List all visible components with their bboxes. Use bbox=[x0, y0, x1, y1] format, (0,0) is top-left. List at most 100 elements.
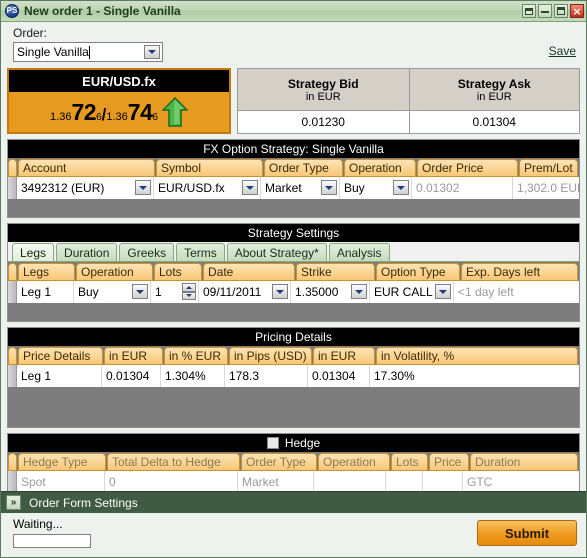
chevron-down-icon[interactable] bbox=[272, 284, 288, 299]
maximize-button[interactable] bbox=[554, 4, 568, 18]
lots-value: 1 bbox=[155, 285, 162, 299]
tab-about-strategy[interactable]: About Strategy* bbox=[226, 243, 327, 261]
close-button[interactable]: × bbox=[570, 4, 584, 18]
chevron-down-icon[interactable] bbox=[135, 180, 151, 195]
column-grip[interactable] bbox=[8, 263, 17, 281]
ask-suffix: 6 bbox=[152, 111, 158, 123]
col-hedge-type[interactable]: Hedge Type bbox=[18, 453, 106, 471]
pricing-details-title: Pricing Details bbox=[8, 328, 579, 346]
row-grip[interactable] bbox=[8, 471, 17, 491]
tab-analysis[interactable]: Analysis bbox=[328, 243, 390, 261]
expand-icon[interactable]: » bbox=[6, 495, 21, 510]
strategy-bid-cell: Strategy Bid in EUR 0.01230 bbox=[238, 69, 409, 133]
col-in-eur[interactable]: in EUR bbox=[104, 347, 163, 365]
quote-panel[interactable]: EUR/USD.fx 1.36726/1.36746 bbox=[7, 68, 231, 134]
hedge-title-bar: Hedge bbox=[8, 434, 579, 452]
tab-legs[interactable]: Legs bbox=[12, 243, 55, 261]
chevron-down-icon[interactable] bbox=[132, 284, 148, 299]
chevron-down-icon[interactable] bbox=[393, 180, 409, 195]
quote-row: EUR/USD.fx 1.36726/1.36746 Strategy Bid … bbox=[7, 68, 580, 134]
col-in-pips-usd[interactable]: in Pips (USD) bbox=[229, 347, 312, 365]
ask-big: 74 bbox=[127, 98, 153, 125]
row-grip[interactable] bbox=[8, 281, 17, 303]
col-symbol[interactable]: Symbol bbox=[156, 159, 263, 177]
chevron-down-icon[interactable] bbox=[351, 284, 367, 299]
col-hedge-operation[interactable]: Operation bbox=[318, 453, 390, 471]
column-grip[interactable] bbox=[8, 159, 17, 177]
minimize-button[interactable] bbox=[538, 4, 552, 18]
operation-value: Buy bbox=[344, 181, 365, 195]
strategy-ask-value: 0.01304 bbox=[409, 111, 579, 133]
col-hedge-order-type[interactable]: Order Type bbox=[241, 453, 317, 471]
chevron-down-icon[interactable] bbox=[321, 180, 337, 195]
save-link[interactable]: Save bbox=[549, 44, 576, 58]
hedge-operation-value bbox=[314, 471, 386, 491]
col-in-eur-2[interactable]: in EUR bbox=[313, 347, 375, 365]
submit-button[interactable]: Submit bbox=[477, 520, 577, 546]
tab-greeks[interactable]: Greeks bbox=[119, 243, 175, 261]
hedge-type-value: Spot bbox=[17, 471, 105, 491]
column-grip[interactable] bbox=[8, 453, 17, 471]
col-hedge-price[interactable]: Price bbox=[429, 453, 469, 471]
option-type-select[interactable]: EUR CALL bbox=[370, 281, 454, 303]
tab-terms[interactable]: Terms bbox=[176, 243, 225, 261]
leg-operation-select[interactable]: Buy bbox=[74, 281, 151, 303]
col-leg-operation[interactable]: Operation bbox=[76, 263, 153, 281]
col-order-price[interactable]: Order Price bbox=[417, 159, 518, 177]
quote-prices: 1.36726/1.36746 bbox=[9, 92, 229, 132]
window-body: EUR/USD.fx 1.36726/1.36746 Strategy Bid … bbox=[1, 66, 586, 491]
chevron-down-icon[interactable] bbox=[144, 45, 160, 59]
order-type-value: Market bbox=[265, 181, 302, 195]
order-select[interactable]: Single Vanilla bbox=[13, 42, 163, 62]
date-value: 09/11/2011 bbox=[203, 285, 262, 299]
col-in-pct-eur[interactable]: in % EUR bbox=[164, 347, 228, 365]
order-window: PS New order 1 - Single Vanilla × Order:… bbox=[0, 0, 587, 558]
col-in-volatility[interactable]: in Volatility, % bbox=[376, 347, 578, 365]
symbol-select[interactable]: EUR/USD.fx bbox=[154, 177, 261, 199]
col-option-type[interactable]: Option Type bbox=[376, 263, 460, 281]
chevron-down-icon[interactable] bbox=[435, 284, 451, 299]
chevron-down-icon[interactable] bbox=[242, 180, 258, 195]
row-grip[interactable] bbox=[8, 365, 17, 387]
col-total-delta[interactable]: Total Delta to Hedge bbox=[107, 453, 240, 471]
hedge-duration-value: GTC bbox=[463, 471, 579, 491]
row-grip[interactable] bbox=[8, 177, 17, 199]
col-exp-days-left[interactable]: Exp. Days left bbox=[461, 263, 578, 281]
col-order-type[interactable]: Order Type bbox=[264, 159, 343, 177]
strike-select[interactable]: 1.35000 bbox=[291, 281, 370, 303]
pricing-leg-label: Leg 1 bbox=[17, 365, 102, 387]
leg-label: Leg 1 bbox=[17, 281, 74, 303]
col-date[interactable]: Date bbox=[203, 263, 295, 281]
lots-stepper[interactable]: 1 bbox=[151, 281, 199, 303]
col-strike[interactable]: Strike bbox=[296, 263, 375, 281]
col-account[interactable]: Account bbox=[18, 159, 155, 177]
col-lots[interactable]: Lots bbox=[154, 263, 202, 281]
pricing-details-panel: Pricing Details Price Details in EUR in … bbox=[7, 327, 580, 428]
operation-select[interactable]: Buy bbox=[340, 177, 412, 199]
fx-option-strategy-panel: FX Option Strategy: Single Vanilla Accou… bbox=[7, 139, 580, 218]
hedge-total-delta-value: 0 bbox=[105, 471, 238, 491]
window-controls: × bbox=[522, 4, 584, 18]
date-select[interactable]: 09/11/2011 bbox=[199, 281, 291, 303]
order-price-field[interactable]: 0.01302 bbox=[412, 177, 513, 199]
rollup-button[interactable] bbox=[522, 4, 536, 18]
spinner-icon[interactable] bbox=[182, 283, 196, 300]
col-prem-lot[interactable]: Prem/Lot bbox=[519, 159, 578, 177]
hedge-lots-value bbox=[386, 471, 423, 491]
legs-row: Leg 1 Buy 1 09/11/2011 1.35000 EUR CALL … bbox=[8, 281, 579, 303]
order-type-select[interactable]: Market bbox=[261, 177, 340, 199]
col-price-details[interactable]: Price Details bbox=[18, 347, 103, 365]
fx-strategy-filler bbox=[8, 199, 579, 217]
column-grip[interactable] bbox=[8, 347, 17, 365]
col-hedge-lots[interactable]: Lots bbox=[391, 453, 428, 471]
hedge-checkbox[interactable] bbox=[266, 437, 279, 449]
col-operation[interactable]: Operation bbox=[344, 159, 416, 177]
tab-duration[interactable]: Duration bbox=[56, 243, 118, 261]
col-legs[interactable]: Legs bbox=[18, 263, 75, 281]
strategy-ask-title: Strategy Ask bbox=[457, 76, 531, 91]
col-hedge-duration[interactable]: Duration bbox=[470, 453, 578, 471]
account-select[interactable]: 3492312 (EUR) bbox=[17, 177, 154, 199]
order-form-settings-bar[interactable]: » Order Form Settings bbox=[1, 491, 586, 513]
strategy-bid-title: Strategy Bid bbox=[287, 76, 359, 91]
account-value: 3492312 (EUR) bbox=[21, 181, 105, 195]
